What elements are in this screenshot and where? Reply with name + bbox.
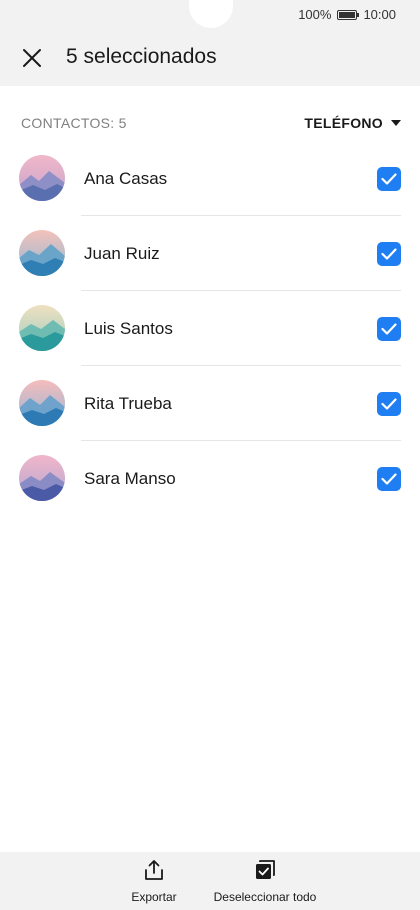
contact-checkbox[interactable] xyxy=(377,467,401,491)
checkmark-icon xyxy=(381,173,397,185)
avatar xyxy=(19,455,65,501)
contact-name: Juan Ruiz xyxy=(84,244,160,263)
contact-list: Ana Casas Juan Ruiz Luis Santos Rita Tru… xyxy=(0,141,420,516)
contacts-count: CONTACTOS: 5 xyxy=(21,115,127,131)
status-bar: 100% 10:00 xyxy=(298,7,396,22)
contact-row[interactable]: Ana Casas xyxy=(0,141,420,216)
checkmark-icon xyxy=(381,323,397,335)
dropdown-arrow-icon xyxy=(391,120,401,126)
sort-dropdown[interactable]: TELÉFONO xyxy=(304,115,401,131)
checkmark-icon xyxy=(381,248,397,260)
export-button[interactable]: Exportar xyxy=(124,858,184,904)
contact-row[interactable]: Juan Ruiz xyxy=(0,216,420,291)
contact-row[interactable]: Sara Manso xyxy=(0,441,420,516)
deselect-all-button[interactable]: Deseleccionar todo xyxy=(208,858,322,904)
close-icon xyxy=(23,49,41,67)
camera-notch xyxy=(189,0,233,28)
avatar xyxy=(19,380,65,426)
contact-checkbox[interactable] xyxy=(377,317,401,341)
contact-checkbox[interactable] xyxy=(377,392,401,416)
avatar xyxy=(19,305,65,351)
contact-name: Rita Trueba xyxy=(84,394,172,413)
contact-row[interactable]: Rita Trueba xyxy=(0,366,420,441)
avatar xyxy=(19,155,65,201)
checkmark-icon xyxy=(381,398,397,410)
battery-icon xyxy=(337,9,360,20)
share-upload-icon xyxy=(145,860,163,880)
bottom-action-bar: Exportar Deseleccionar todo xyxy=(0,852,420,910)
contact-checkbox[interactable] xyxy=(377,167,401,191)
list-header: CONTACTOS: 5 TELÉFONO xyxy=(21,114,401,132)
clock: 10:00 xyxy=(363,7,396,22)
deselect-all-label: Deseleccionar todo xyxy=(213,890,317,904)
page-title: 5 seleccionados xyxy=(66,45,217,68)
sort-label: TELÉFONO xyxy=(304,115,383,131)
close-button[interactable] xyxy=(14,40,50,76)
contact-name: Luis Santos xyxy=(84,319,173,338)
battery-percent: 100% xyxy=(298,7,332,22)
deselect-all-icon xyxy=(256,860,275,879)
avatar xyxy=(19,230,65,276)
export-label: Exportar xyxy=(131,890,177,904)
contact-name: Sara Manso xyxy=(84,469,176,488)
top-app-bar: 100% 10:00 5 seleccionados xyxy=(0,0,420,86)
contact-checkbox[interactable] xyxy=(377,242,401,266)
contact-name: Ana Casas xyxy=(84,169,168,188)
checkmark-icon xyxy=(381,473,397,485)
contact-row[interactable]: Luis Santos xyxy=(0,291,420,366)
